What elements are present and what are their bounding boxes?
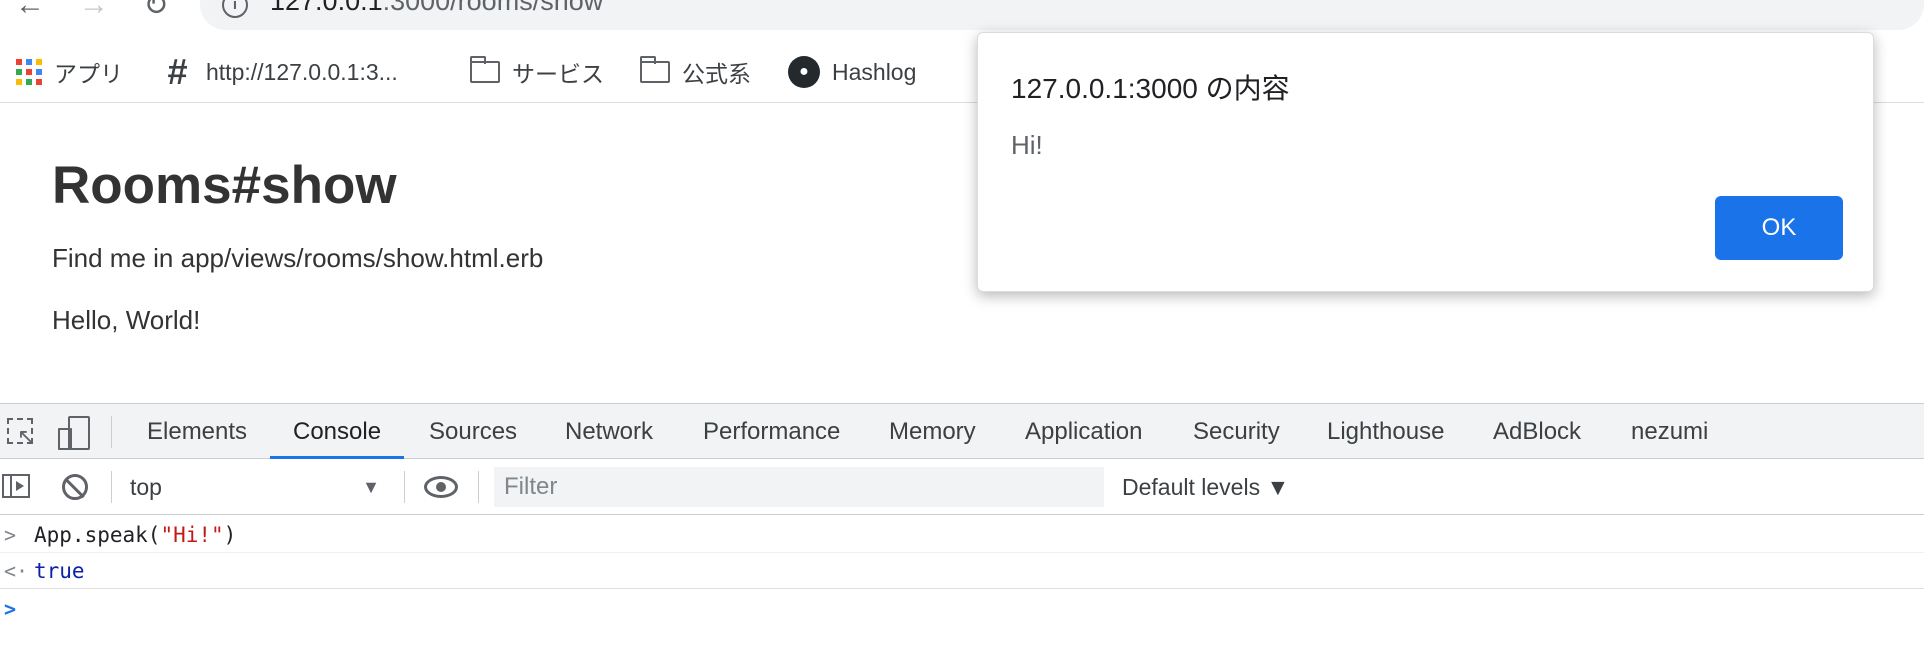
bookmark-label: Hashlog xyxy=(832,58,917,85)
result-chevron-icon: <· xyxy=(4,559,29,583)
alert-dialog: 127.0.0.1:3000 の内容 Hi! OK xyxy=(977,32,1874,292)
console-output: > App.speak("Hi!") <· true > xyxy=(0,515,1924,658)
tab-sources[interactable]: Sources xyxy=(406,404,540,459)
console-result: true xyxy=(34,559,85,583)
tab-security[interactable]: Security xyxy=(1170,404,1303,459)
page-heading: Rooms#show xyxy=(52,156,397,215)
live-expression-eye-icon[interactable] xyxy=(424,476,458,498)
tab-performance[interactable]: Performance xyxy=(680,404,863,459)
device-toolbar-icon[interactable] xyxy=(56,416,90,450)
log-levels-dropdown[interactable]: Default levels ▼ xyxy=(1122,469,1289,505)
address-bar[interactable]: i 127.0.0.1:3000/rooms/show xyxy=(200,0,1924,30)
tab-application[interactable]: Application xyxy=(1002,404,1165,459)
hashnode-icon: # xyxy=(166,51,188,92)
dialog-title: 127.0.0.1:3000 の内容 xyxy=(1011,73,1290,104)
bookmark-folder-services[interactable]: サービス xyxy=(470,52,604,92)
show-sidebar-icon[interactable] xyxy=(2,474,30,498)
github-icon: ● xyxy=(788,56,820,88)
divider xyxy=(111,416,112,448)
tab-nezumi[interactable]: nezumi xyxy=(1608,404,1731,459)
back-arrow-icon[interactable]: ← xyxy=(12,0,48,22)
tab-memory[interactable]: Memory xyxy=(866,404,999,459)
console-prompt-line[interactable]: > xyxy=(0,591,1924,627)
bookmark-label: サービス xyxy=(512,61,604,87)
clear-console-icon[interactable] xyxy=(62,474,88,500)
command-prefix: App.speak( xyxy=(34,523,161,547)
url-text[interactable]: 127.0.0.1:3000/rooms/show xyxy=(270,0,603,17)
bookmark-apps[interactable]: アプリ xyxy=(16,52,123,92)
devtools-tab-bar: Elements Console Sources Network Perform… xyxy=(0,404,1924,459)
page-paragraph: Find me in app/views/rooms/show.html.erb xyxy=(52,243,544,273)
forward-arrow-icon[interactable]: → xyxy=(76,0,112,22)
ok-button[interactable]: OK xyxy=(1715,196,1843,260)
reload-icon[interactable]: ↻ xyxy=(138,0,174,23)
tab-network[interactable]: Network xyxy=(542,404,676,459)
divider xyxy=(404,471,405,503)
dropdown-triangle-icon: ▼ xyxy=(362,477,380,497)
bookmark-label: アプリ xyxy=(54,61,123,87)
console-input-line: > App.speak("Hi!") xyxy=(0,517,1924,553)
page-paragraph: Hello, World! xyxy=(52,305,201,335)
prompt-chevron-icon: > xyxy=(4,597,17,621)
input-chevron-icon: > xyxy=(4,523,17,547)
url-host: 127.0.0.1 xyxy=(270,0,383,16)
console-command[interactable]: App.speak("Hi!") xyxy=(34,517,236,553)
context-value: top xyxy=(130,474,162,500)
devtools-panel: Elements Console Sources Network Perform… xyxy=(0,403,1924,658)
bookmark-folder-official[interactable]: 公式系 xyxy=(640,52,751,92)
tab-console[interactable]: Console xyxy=(270,404,405,459)
bookmark-hashlog[interactable]: ● Hashlog xyxy=(788,52,916,92)
bookmark-label: 公式系 xyxy=(682,61,751,87)
folder-icon xyxy=(640,56,670,83)
divider xyxy=(111,471,112,503)
tab-lighthouse[interactable]: Lighthouse xyxy=(1304,404,1467,459)
dialog-message: Hi! xyxy=(1011,130,1043,160)
tab-adblock[interactable]: AdBlock xyxy=(1470,404,1604,459)
tab-elements[interactable]: Elements xyxy=(124,404,270,459)
divider xyxy=(478,471,479,503)
console-toolbar: top ▼ Default levels ▼ xyxy=(0,459,1924,515)
context-selector[interactable]: top ▼ xyxy=(118,469,394,505)
bookmark-localhost[interactable]: # http://127.0.0.1:3... xyxy=(160,51,398,92)
site-info-icon[interactable]: i xyxy=(222,0,248,18)
filter-input[interactable] xyxy=(494,467,1104,507)
console-result-line: <· true xyxy=(0,553,1924,589)
apps-grid-icon xyxy=(16,59,42,85)
command-suffix: ) xyxy=(223,523,237,547)
url-path: :3000/rooms/show xyxy=(382,0,604,16)
command-string: "Hi!" xyxy=(160,523,224,547)
bookmark-label: http://127.0.0.1:3... xyxy=(206,58,398,85)
inspect-element-icon[interactable] xyxy=(5,416,37,450)
folder-icon xyxy=(470,56,500,83)
